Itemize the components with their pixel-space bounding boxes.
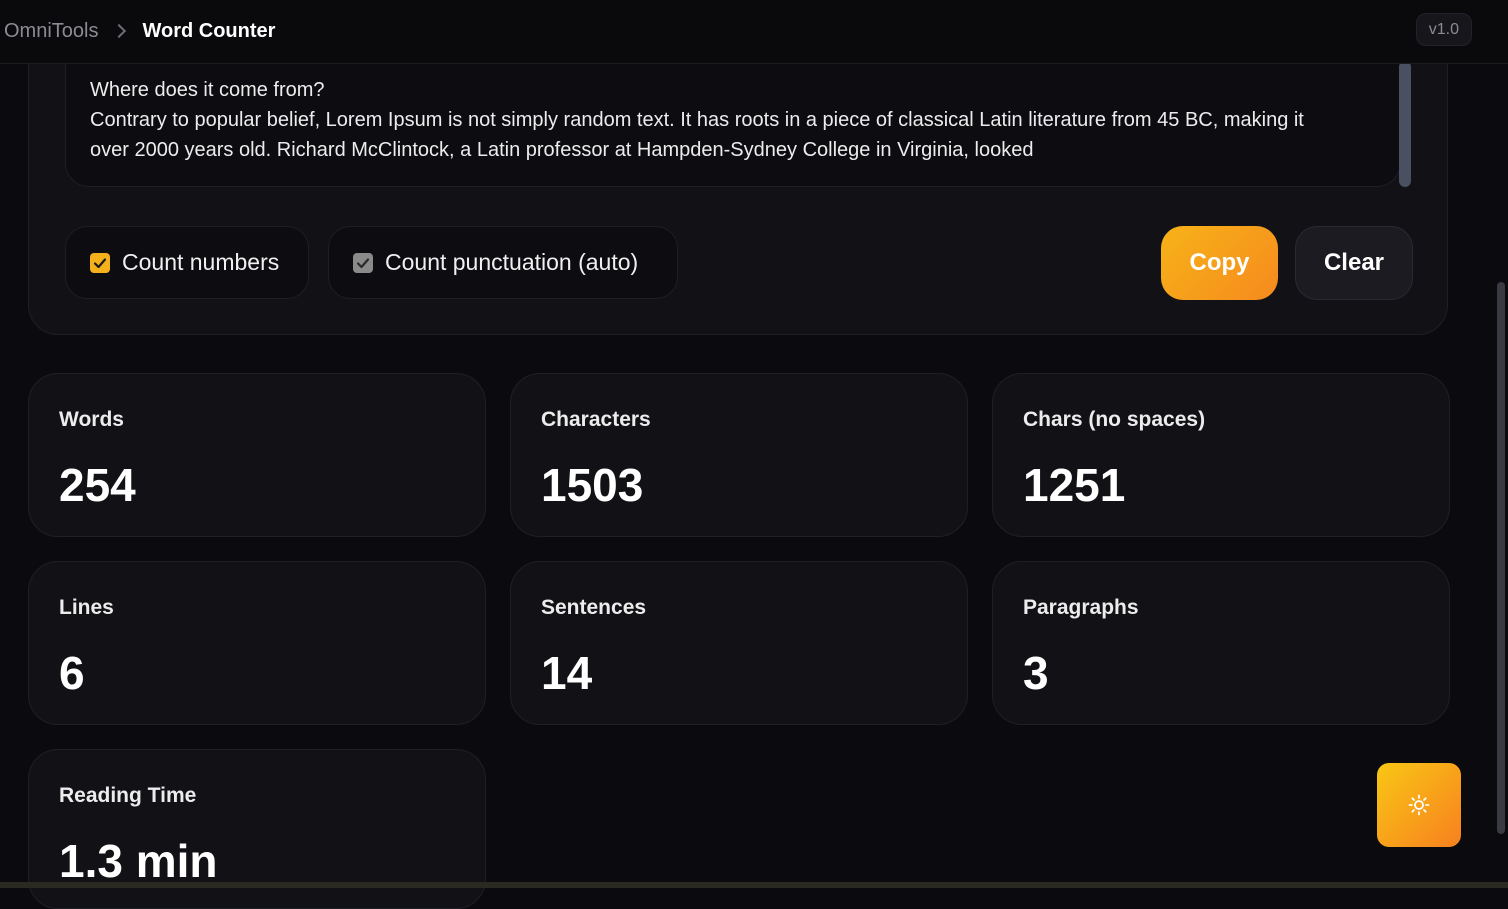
sun-icon	[1408, 794, 1430, 816]
bottom-edge	[0, 882, 1508, 888]
top-bar: OmniTools Word Counter v1.0	[0, 0, 1508, 64]
count-punctuation-option[interactable]: Count punctuation (auto)	[328, 226, 678, 299]
count-punctuation-checkbox[interactable]	[353, 252, 373, 273]
stat-value: 6	[59, 647, 85, 699]
stat-card-paragraphs: Paragraphs 3	[992, 561, 1450, 725]
clear-button[interactable]: Clear	[1295, 226, 1413, 300]
stat-label: Chars (no spaces)	[1023, 408, 1206, 431]
stat-value: 3	[1023, 647, 1049, 699]
stat-label: Characters	[541, 408, 651, 431]
check-icon	[93, 257, 107, 268]
page-scrollbar[interactable]	[1497, 282, 1505, 834]
check-icon	[356, 257, 370, 268]
stat-value: 1251	[1023, 459, 1126, 511]
stat-label: Lines	[59, 596, 114, 619]
stat-card-sentences: Sentences 14	[510, 561, 968, 725]
stat-label: Paragraphs	[1023, 596, 1139, 619]
text-line: Contrary to popular belief, Lorem Ipsum …	[90, 109, 1304, 131]
stat-card-words: Words 254	[28, 373, 486, 537]
count-punctuation-label: Count punctuation (auto)	[385, 249, 639, 275]
text-line: Where does it come from?	[90, 79, 325, 101]
editor-card: Where does it come from? Contrary to pop…	[28, 30, 1448, 335]
stat-card-chars-no-spaces: Chars (no spaces) 1251	[992, 373, 1450, 537]
version-badge: v1.0	[1415, 13, 1472, 46]
stat-value: 1503	[541, 459, 644, 511]
stat-value: 14	[541, 647, 593, 699]
text-line: over 2000 years old. Richard McClintock,…	[90, 139, 1034, 161]
count-numbers-option[interactable]: Count numbers	[65, 226, 309, 299]
stat-label: Words	[59, 408, 124, 431]
theme-toggle-button[interactable]	[1377, 763, 1461, 847]
count-numbers-label: Count numbers	[122, 249, 280, 275]
page-title: Word Counter	[142, 20, 276, 42]
stat-value: 1.3 min	[59, 835, 218, 887]
stat-label: Reading Time	[59, 784, 197, 807]
stat-card-lines: Lines 6	[28, 561, 486, 725]
chevron-right-icon	[114, 23, 126, 41]
copy-button[interactable]: Copy	[1161, 226, 1278, 300]
stat-value: 254	[59, 459, 136, 511]
stat-card-characters: Characters 1503	[510, 373, 968, 537]
count-numbers-checkbox[interactable]	[90, 252, 110, 273]
breadcrumb-home[interactable]: OmniTools	[4, 20, 98, 43]
text-input-scrollbar[interactable]	[1399, 61, 1411, 187]
stat-label: Sentences	[541, 596, 647, 619]
